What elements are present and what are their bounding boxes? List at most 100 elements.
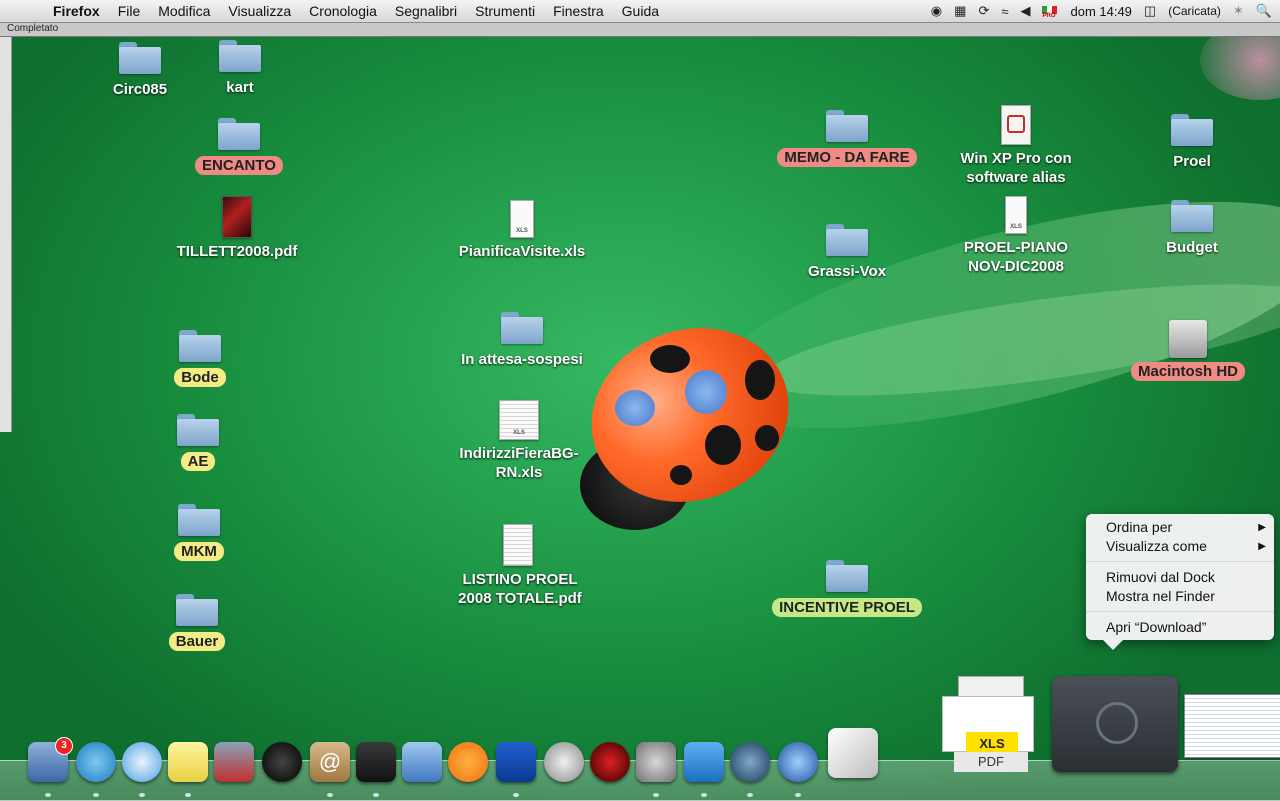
- menu-segnalibri[interactable]: Segnalibri: [386, 0, 466, 22]
- spaces-icon[interactable]: ▦: [954, 3, 966, 19]
- menu-guida[interactable]: Guida: [613, 0, 668, 22]
- folder-icon: [1171, 114, 1213, 148]
- desktop-item-label: IndirizziFieraBG-RN.xls: [459, 445, 579, 481]
- folder-icon: [176, 594, 218, 628]
- desktop-item-label: Bode: [174, 368, 226, 387]
- volume-icon[interactable]: ◀: [1020, 3, 1030, 19]
- ladybug-spot: [745, 360, 775, 400]
- ladybug-spot: [650, 345, 690, 373]
- desktop-item-label: Win XP Pro con software alias: [960, 150, 1072, 186]
- folder-icon: [119, 42, 161, 76]
- desktop-item-label: In attesa-sospesi: [461, 351, 583, 368]
- dock-running-indicator: [747, 793, 753, 797]
- dock-address-book-icon[interactable]: @: [310, 742, 350, 782]
- desktop-item-label: Budget: [1166, 239, 1218, 256]
- menu-finestra[interactable]: Finestra: [544, 0, 613, 22]
- background-window-edge[interactable]: [0, 36, 12, 432]
- dock-fring-icon[interactable]: [448, 742, 488, 782]
- menu-item-sort-by[interactable]: Ordina per ▶: [1106, 518, 1266, 537]
- desktop-folder-grassi-vox[interactable]: Grassi-Vox: [767, 224, 927, 281]
- desktop-file-indirizzifierabg[interactable]: XLS IndirizziFieraBG-RN.xls: [439, 400, 599, 482]
- dock-sync-icon[interactable]: [544, 742, 584, 782]
- dock-textedit-icon[interactable]: [828, 728, 878, 778]
- time-machine-icon[interactable]: ⟳: [978, 3, 989, 19]
- wallpaper-ladybug: [566, 300, 814, 540]
- dock-running-indicator: [45, 793, 51, 797]
- menu-item-view-as[interactable]: Visualizza come ▶: [1106, 537, 1266, 556]
- menu-cronologia[interactable]: Cronologia: [300, 0, 386, 22]
- menu-bar: Firefox File Modifica Visualizza Cronolo…: [0, 0, 1280, 23]
- dock-stickies-icon[interactable]: [168, 742, 208, 782]
- menu-visualizza[interactable]: Visualizza: [219, 0, 300, 22]
- dock-word-icon[interactable]: [684, 742, 724, 782]
- desktop-item-label: INCENTIVE PROEL: [772, 598, 922, 617]
- menu-separator: [1086, 561, 1274, 562]
- desktop-folder-bode[interactable]: Bode: [120, 330, 280, 387]
- folder-icon: [177, 414, 219, 448]
- dock-running-indicator: [653, 793, 659, 797]
- dock-running-indicator: [701, 793, 707, 797]
- eye-icon[interactable]: ◉: [931, 3, 942, 19]
- desktop-file-tillett2008[interactable]: TILLETT2008.pdf: [157, 196, 317, 261]
- desktop-file-win-xp-pro[interactable]: Win XP Pro con software alias: [936, 105, 1096, 187]
- dock-xcode-icon[interactable]: [402, 742, 442, 782]
- bluetooth-icon[interactable]: ✶: [1233, 3, 1244, 19]
- ladybug-spot: [615, 390, 655, 426]
- dock-parallels-icon[interactable]: [214, 742, 254, 782]
- desktop-folder-proel[interactable]: Proel: [1112, 114, 1272, 171]
- dock-script-editor-icon[interactable]: [356, 742, 396, 782]
- desktop-folder-kart[interactable]: kart: [160, 40, 320, 97]
- ladybug-spot: [755, 425, 779, 451]
- desktop-folder-memo-da-fare[interactable]: MEMO - DA FARE: [767, 110, 927, 167]
- dock-spaces-icon[interactable]: [778, 742, 818, 782]
- desktop-item-label: TILLETT2008.pdf: [176, 243, 298, 260]
- ladybug-spot: [705, 425, 741, 465]
- dock-running-indicator: [513, 793, 519, 797]
- ladybug-spot: [670, 465, 692, 485]
- firefox-status-text: Completato: [7, 23, 59, 34]
- wifi-icon[interactable]: ≈: [1001, 4, 1008, 19]
- dock-running-indicator: [139, 793, 145, 797]
- menu-strumenti[interactable]: Strumenti: [466, 0, 544, 22]
- dock-minimized-window[interactable]: [1184, 694, 1280, 758]
- menu-item-show-in-finder[interactable]: Mostra nel Finder: [1106, 587, 1266, 606]
- desktop-item-label: Grassi-Vox: [807, 263, 887, 280]
- spotlight-search-icon[interactable]: 🔍: [1256, 3, 1272, 19]
- dock-documents-stack[interactable]: XLS PDF: [940, 676, 1044, 772]
- dock-running-indicator: [795, 793, 801, 797]
- dock-frog-app-icon[interactable]: [496, 742, 536, 782]
- desktop-drive-macintosh-hd[interactable]: Macintosh HD: [1108, 320, 1268, 381]
- pdf-file-icon: [503, 524, 533, 566]
- input-flag-icon[interactable]: PRO: [1042, 5, 1058, 19]
- xls-file-icon: XLS: [1005, 196, 1027, 234]
- menubar-clock[interactable]: dom 14:49: [1070, 4, 1131, 19]
- menu-item-open-downloads[interactable]: Apri “Download”: [1106, 618, 1266, 637]
- menu-item-remove-from-dock[interactable]: Rimuovi dal Dock: [1106, 568, 1266, 587]
- dock-time-machine-icon[interactable]: [730, 742, 770, 782]
- dock-vinyl-icon[interactable]: [590, 742, 630, 782]
- desktop-folder-budget[interactable]: Budget: [1112, 200, 1272, 257]
- dock-messenger-icon[interactable]: [76, 742, 116, 782]
- desktop-file-pianificavisite[interactable]: XLS PianificaVisite.xls: [442, 200, 602, 261]
- desktop-folder-mkm[interactable]: MKM: [119, 504, 279, 561]
- dock-system-preferences-icon[interactable]: [636, 742, 676, 782]
- desktop-folder-in-attesa-sospesi[interactable]: In attesa-sospesi: [442, 312, 602, 369]
- menu-app-firefox[interactable]: Firefox: [44, 0, 109, 22]
- battery-icon[interactable]: ◫: [1144, 3, 1156, 19]
- dock-mail-icon[interactable]: 3: [28, 737, 73, 782]
- folder-icon: [826, 110, 868, 144]
- dock-photo-booth-icon[interactable]: [262, 742, 302, 782]
- desktop-folder-ae[interactable]: AE: [118, 414, 278, 471]
- menu-modifica[interactable]: Modifica: [149, 0, 219, 22]
- desktop-folder-encanto[interactable]: ENCANTO: [159, 118, 319, 175]
- desktop-file-listino-proel[interactable]: LISTINO PROEL 2008 TOTALE.pdf: [438, 524, 598, 608]
- desktop-file-proel-piano[interactable]: XLS PROEL-PIANO NOV-DIC2008: [936, 196, 1096, 276]
- dock-downloads-stack[interactable]: [1052, 676, 1178, 772]
- dock-itunes-icon[interactable]: [122, 742, 162, 782]
- desktop-folder-bauer[interactable]: Bauer: [117, 594, 277, 651]
- submenu-arrow-icon: ▶: [1258, 541, 1266, 552]
- menu-file[interactable]: File: [109, 0, 150, 22]
- desktop-folder-incentive-proel[interactable]: INCENTIVE PROEL: [767, 560, 927, 617]
- battery-status: (Caricata): [1168, 4, 1221, 18]
- folder-icon: [219, 40, 261, 74]
